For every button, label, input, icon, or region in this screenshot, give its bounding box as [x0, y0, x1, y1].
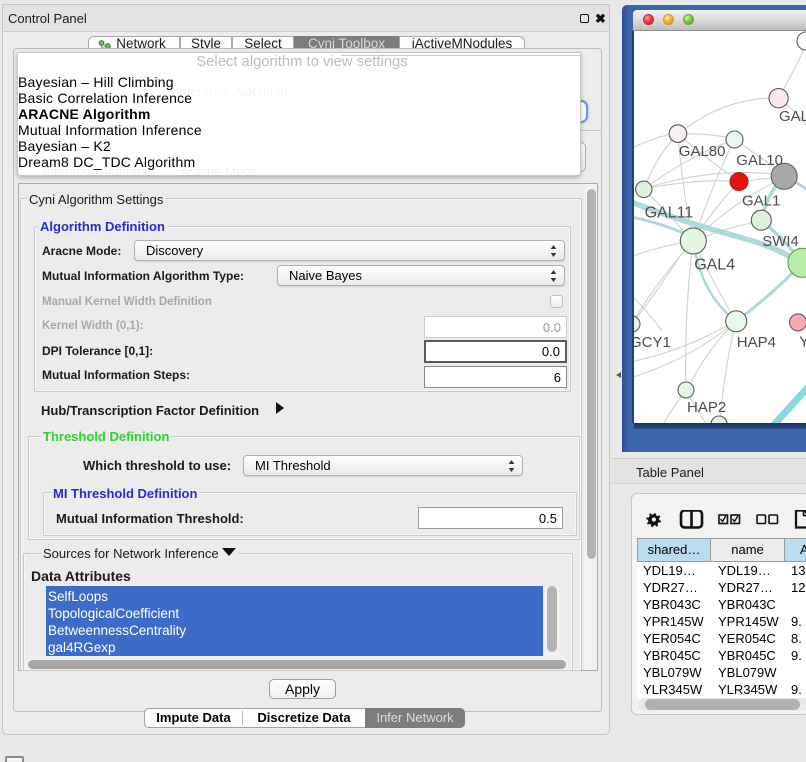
svg-text:GAL1: GAL1	[742, 192, 780, 209]
svg-text:GAL80: GAL80	[679, 143, 726, 160]
svg-text:GAL4: GAL4	[694, 256, 735, 273]
svg-text:HAP2: HAP2	[687, 399, 726, 416]
svg-text:SWI4: SWI4	[762, 233, 799, 250]
svg-text:GAL11: GAL11	[645, 205, 694, 222]
svg-text:GCY1: GCY1	[634, 334, 671, 351]
svg-text:GAL10: GAL10	[736, 152, 783, 169]
svg-text:HAP4: HAP4	[737, 334, 776, 351]
svg-text:GAL: GAL	[779, 108, 806, 125]
svg-text:Y: Y	[799, 333, 806, 350]
